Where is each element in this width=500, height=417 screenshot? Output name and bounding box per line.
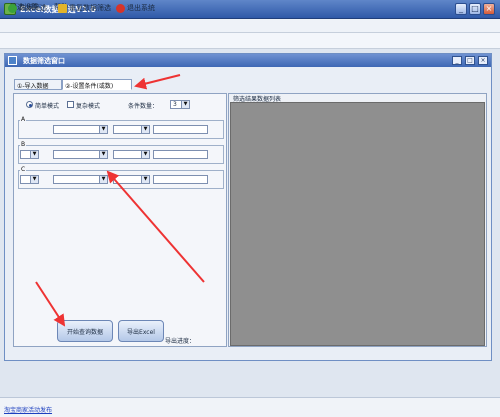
annotation-arrows	[35, 74, 205, 327]
arrow-to-start-button	[35, 281, 66, 327]
arrow-to-tab	[134, 74, 181, 90]
arrow-to-dropdown	[106, 170, 205, 283]
